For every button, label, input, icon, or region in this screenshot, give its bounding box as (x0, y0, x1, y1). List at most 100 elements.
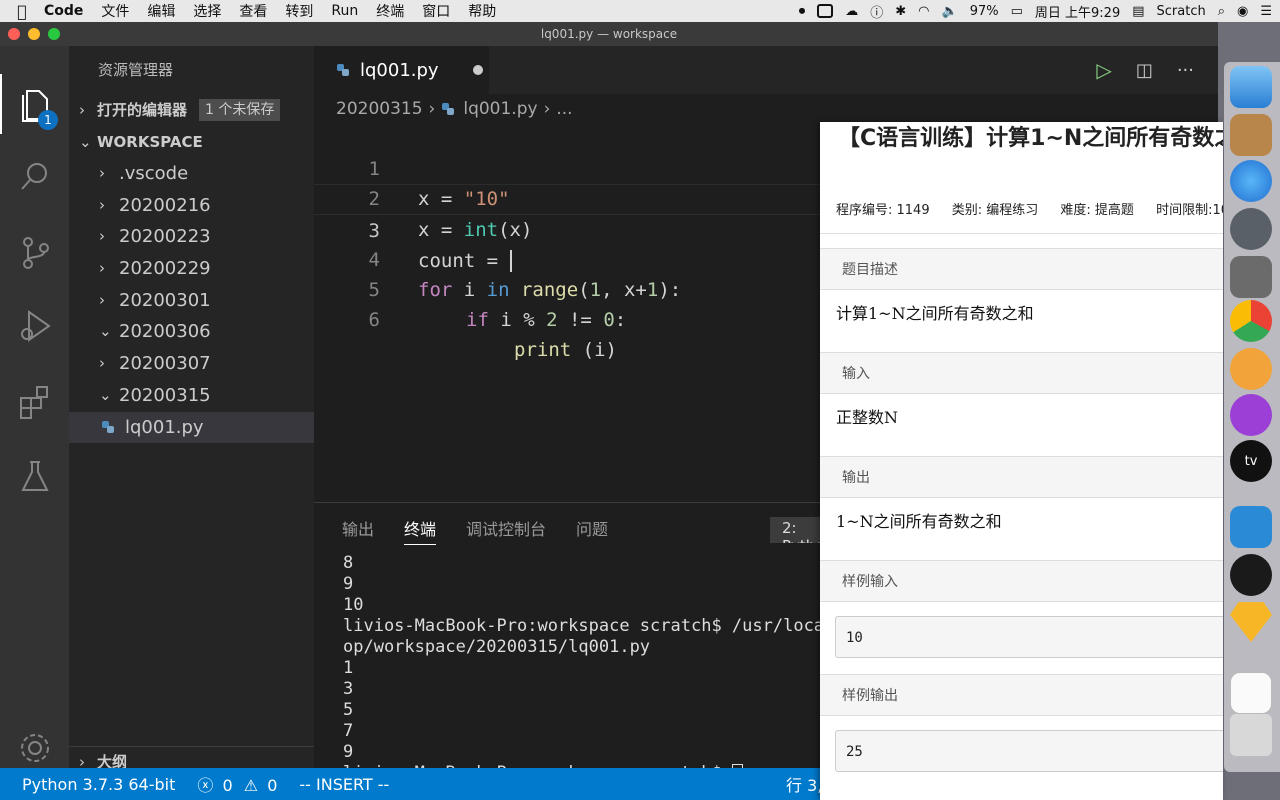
tree-folder-20200301[interactable]: › 20200301 (69, 285, 314, 317)
workspace-section[interactable]: ⌄ WORKSPACE (69, 126, 314, 158)
activity-bar: 1 (0, 46, 69, 776)
document-stack-icon[interactable] (1230, 672, 1272, 714)
meta-timelimit: 时间限制:1000MS (1156, 203, 1223, 218)
volume-icon[interactable]: 🔈 (942, 4, 958, 19)
sidebar-title: 资源管理器 (98, 61, 174, 79)
tab-output[interactable]: 输出 (342, 516, 374, 540)
menu-selection[interactable]: 选择 (193, 1, 221, 21)
apple-menu-icon[interactable]:  (0, 2, 44, 21)
meta-category: 类别: 编程练习 (951, 203, 1039, 218)
menu-user[interactable]: Scratch (1157, 4, 1206, 19)
tree-folder-20200315[interactable]: ⌄ 20200315 (69, 380, 314, 412)
chevron-icon: › (99, 227, 105, 246)
extensions-icon[interactable] (0, 372, 69, 432)
apple-tv-icon[interactable]: tv (1230, 440, 1272, 482)
menu-go[interactable]: 转到 (285, 1, 313, 21)
breadcrumb-file[interactable]: lq001.py (463, 94, 537, 124)
testing-flask-icon[interactable] (0, 446, 69, 506)
tab-label: lq001.py (360, 59, 439, 81)
problems-indicator[interactable]: ⓧ 0 ⚠ 0 (197, 772, 277, 796)
explorer-sidebar: 资源管理器 › 打开的编辑器 1 个未保存 ⌄ WORKSPACE › .vsco… (69, 46, 314, 776)
menu-window[interactable]: 窗口 (422, 1, 450, 21)
vscode-dock-icon[interactable] (1230, 506, 1272, 548)
stop-record-icon[interactable]: ⏺ (799, 4, 806, 19)
tree-folder-20200307[interactable]: › 20200307 (69, 348, 314, 380)
run-play-icon[interactable]: ▷ (1096, 58, 1111, 82)
tree-folder-20200223[interactable]: › 20200223 (69, 221, 314, 253)
chrome-icon[interactable] (1230, 300, 1272, 342)
python-file-icon (442, 103, 455, 115)
tab-terminal[interactable]: 终端 (404, 516, 437, 545)
battery-icon[interactable]: ▭ (1011, 4, 1023, 19)
vim-mode: -- INSERT -- (299, 774, 390, 794)
podcasts-icon[interactable] (1230, 394, 1272, 436)
menu-app-name[interactable]: Code (44, 3, 83, 19)
python-file-icon (102, 421, 114, 434)
workspace-label: WORKSPACE (97, 133, 203, 151)
search-icon[interactable] (0, 146, 69, 206)
contacts-icon[interactable] (1230, 114, 1272, 156)
creative-cloud-icon[interactable]: ☁ (845, 4, 858, 19)
problem-meta: 程序编号: 1149 类别: 编程练习 难度: 提高题 时间限制:1000MS (820, 188, 1223, 234)
siri-icon[interactable]: ◉ (1237, 4, 1248, 19)
code-token: (i) (571, 339, 617, 362)
file-label: lq001.py (125, 416, 204, 438)
menu-view[interactable]: 查看 (239, 1, 267, 21)
python-interpreter[interactable]: Python 3.7.3 64-bit (22, 775, 175, 794)
menu-edit[interactable]: 编辑 (147, 1, 175, 21)
section-output-body: 1~N之间所有奇数之和 (836, 512, 1002, 531)
tree-folder-vscode[interactable]: › .vscode (69, 158, 314, 190)
trash-icon[interactable] (1230, 714, 1272, 756)
tab-debug-console[interactable]: 调试控制台 (466, 516, 546, 540)
section-input-header: 输入 (820, 352, 1223, 394)
system-preferences-icon[interactable] (1230, 256, 1272, 298)
quicktime-icon[interactable] (1230, 554, 1272, 596)
notification-center-icon[interactable]: ☰ (1260, 4, 1272, 19)
run-debug-icon[interactable] (0, 296, 69, 356)
warning-count: 0 (267, 776, 278, 795)
safari-icon[interactable] (1230, 160, 1272, 202)
unsaved-dot-icon[interactable] (472, 65, 483, 75)
finder-icon[interactable] (1230, 66, 1272, 108)
tree-folder-20200216[interactable]: › 20200216 (69, 190, 314, 222)
spotlight-icon[interactable]: ⌕ (1218, 4, 1225, 19)
tab-problems[interactable]: 问题 (576, 516, 608, 540)
sketch-icon[interactable] (1230, 602, 1272, 642)
tree-folder-20200229[interactable]: › 20200229 (69, 253, 314, 285)
section-description-header: 题目描述 (820, 248, 1223, 290)
section-output-header: 输出 (820, 456, 1223, 498)
menu-help[interactable]: 帮助 (468, 1, 496, 21)
explorer-icon[interactable]: 1 (0, 74, 69, 134)
folder-label: 20200216 (119, 194, 211, 216)
tree-file-lq001[interactable]: lq001.py (69, 411, 314, 444)
menu-file[interactable]: 文件 (101, 1, 129, 21)
tab-lq001[interactable]: lq001.py (314, 46, 489, 94)
macos-menu-bar:  Code 文件 编辑 选择 查看 转到 Run 终端 窗口 帮助 ⏺ ☁ ⓘ… (0, 0, 1280, 22)
breadcrumb-separator-icon: › (428, 99, 436, 119)
folder-label: 20200315 (119, 384, 211, 406)
open-editors-section[interactable]: › 打开的编辑器 1 个未保存 (69, 94, 314, 126)
accessibility-icon[interactable]: ⓘ (870, 2, 883, 21)
breadcrumb-folder[interactable]: 20200315 (336, 94, 423, 124)
editor-tabs: lq001.py ▷ ◫ ··· (314, 46, 1218, 94)
folder-label: 20200301 (119, 289, 211, 311)
screen-share-icon[interactable] (817, 4, 834, 18)
tree-folder-20200306[interactable]: ⌄ 20200306 (69, 316, 314, 348)
chevron-icon: ⌄ (99, 322, 112, 341)
launchpad-icon[interactable] (1230, 208, 1272, 250)
breadcrumb-more[interactable]: ... (556, 94, 572, 124)
problem-title: 【C语言训练】计算1~N之间所有奇数之和 (838, 126, 1223, 151)
menu-run[interactable]: Run (331, 3, 358, 19)
battery-percent[interactable]: 97% (970, 4, 999, 19)
menu-clock[interactable]: 周日 上午9:29 (1035, 2, 1120, 21)
window-title: lq001.py — workspace (540, 27, 678, 41)
menu-terminal[interactable]: 终端 (376, 1, 404, 21)
wifi-icon[interactable]: ◠ (918, 4, 929, 19)
scratch-cat-icon[interactable] (1230, 348, 1272, 390)
code-token: if (466, 309, 489, 332)
split-editor-icon[interactable]: ◫ (1136, 60, 1153, 81)
source-control-icon[interactable] (0, 222, 69, 282)
bluetooth-icon[interactable]: ✱ (895, 4, 906, 19)
flag-icon[interactable]: ▤ (1132, 4, 1144, 19)
more-actions-icon[interactable]: ··· (1177, 60, 1194, 81)
